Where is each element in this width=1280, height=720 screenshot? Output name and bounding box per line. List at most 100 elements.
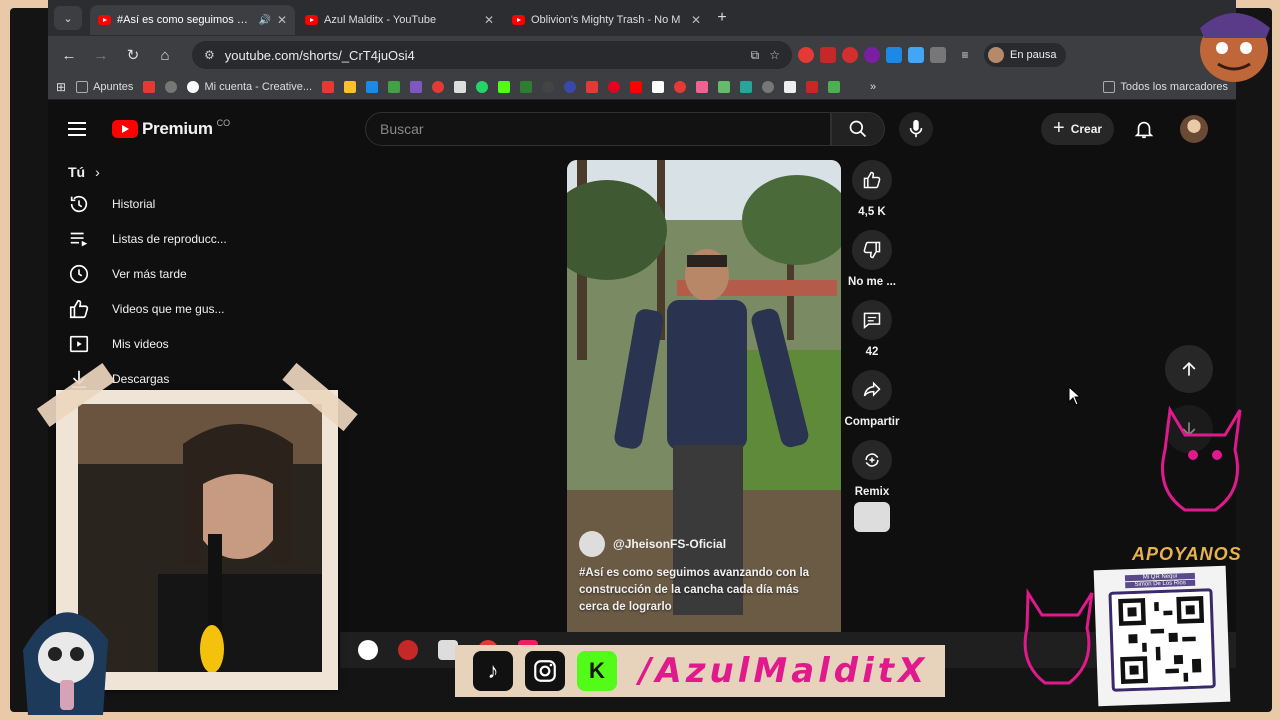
extension-icon[interactable] — [864, 47, 880, 63]
short-video-player[interactable]: @JheisonFS-Oficial #Así es como seguimos… — [567, 160, 841, 632]
close-icon[interactable]: ✕ — [691, 13, 701, 27]
hamburger-menu-icon[interactable] — [68, 117, 92, 141]
youtube-icon[interactable] — [630, 80, 643, 93]
bookmark-icon[interactable] — [806, 80, 819, 93]
speaker-icon[interactable]: 🔊 — [258, 15, 270, 26]
remix-button[interactable] — [852, 440, 892, 480]
bookmark-icon[interactable] — [366, 80, 379, 93]
comments-button[interactable] — [852, 300, 892, 340]
comment-count: 42 — [865, 346, 879, 358]
whatsapp-icon[interactable] — [476, 80, 489, 93]
bookmark-icon[interactable] — [586, 80, 599, 93]
bookmarks-bar: ⊞ Apuntes Mi cuenta - Creative... » Todo… — [48, 74, 1236, 100]
bookmark-icon[interactable] — [410, 80, 423, 93]
pinterest-icon[interactable] — [608, 80, 621, 93]
tab-shorts[interactable]: #Así es como seguimos ava 🔊 ✕ — [90, 5, 295, 35]
previous-short-button[interactable] — [1165, 345, 1213, 393]
more-bookmarks-button[interactable]: » — [870, 81, 876, 93]
tab-title: Azul Malditx - YouTube — [324, 14, 437, 26]
bookmark-icon[interactable] — [718, 80, 731, 93]
extension-icon[interactable] — [820, 47, 836, 63]
tab-channel[interactable]: Azul Malditx - YouTube ✕ — [297, 5, 502, 35]
bookmark-icon[interactable] — [344, 80, 357, 93]
bookmark-item[interactable]: Mi cuenta - Creative... — [187, 80, 312, 93]
qr-code-image — [1113, 591, 1211, 689]
share-icon — [863, 381, 881, 397]
like-button[interactable] — [852, 160, 892, 200]
site-info-icon[interactable]: ⚙ — [204, 48, 215, 62]
bookmark-star-icon[interactable]: ☆ — [769, 48, 780, 62]
account-avatar[interactable] — [1180, 115, 1208, 143]
tab-video[interactable]: Oblivion's Mighty Trash - No M ✕ — [504, 5, 709, 35]
guide-item-label: Mis videos — [112, 336, 169, 351]
bookmark-icon[interactable] — [762, 80, 775, 93]
puzzle-icon[interactable] — [930, 47, 946, 63]
bookmark-icon[interactable] — [322, 80, 335, 93]
back-icon[interactable]: ← — [56, 42, 82, 68]
youtube-premium-logo[interactable]: Premium CO — [112, 118, 230, 139]
bookmark-icon[interactable] — [165, 80, 178, 93]
bookmark-icon[interactable] — [388, 80, 401, 93]
close-icon[interactable]: ✕ — [484, 13, 494, 27]
create-label: Crear — [1070, 122, 1103, 136]
guide-item-playlists[interactable]: Listas de reproducc... — [48, 221, 288, 256]
address-bar[interactable]: ⚙ youtube.com/shorts/_CrT4juOsi4 ⧉ ☆ — [192, 41, 792, 69]
qr-owner: Simon De Los Rios — [1125, 579, 1196, 589]
bookmark-icon[interactable] — [828, 80, 841, 93]
bookmark-icon[interactable] — [564, 80, 577, 93]
comments-action: 42 — [841, 300, 903, 358]
guide-item-label: Ver más tarde — [112, 266, 187, 281]
microphone-icon — [909, 119, 923, 138]
bookmark-icon[interactable] — [696, 80, 709, 93]
install-icon[interactable]: ⧉ — [751, 48, 760, 63]
bookmark-icon[interactable] — [740, 80, 753, 93]
bookmark-icon[interactable] — [542, 80, 555, 93]
notifications-bell-icon[interactable] — [1133, 117, 1155, 141]
search-button[interactable] — [831, 112, 885, 146]
adblock-icon[interactable] — [842, 47, 858, 63]
search-input[interactable]: Buscar — [365, 112, 831, 146]
bookmark-folder[interactable]: Apuntes — [76, 80, 134, 93]
bookmark-label: Apuntes — [93, 80, 134, 93]
devil-sticker — [1161, 405, 1242, 512]
bookmark-icon[interactable] — [652, 80, 665, 93]
profile-button[interactable]: En pausa — [984, 43, 1067, 67]
share-button[interactable] — [852, 370, 892, 410]
bookmark-icon[interactable] — [784, 80, 797, 93]
guide-item-history[interactable]: Historial — [48, 186, 288, 221]
short-channel[interactable]: @JheisonFS-Oficial — [579, 531, 827, 557]
bookmark-icon[interactable] — [432, 80, 445, 93]
dislike-button[interactable] — [852, 230, 892, 270]
extension-icon[interactable] — [798, 47, 814, 63]
guide-item-liked-videos[interactable]: Videos que me gus... — [48, 291, 288, 326]
sound-thumbnail[interactable] — [854, 502, 890, 532]
bookmark-icon[interactable] — [674, 80, 687, 93]
kick-icon[interactable] — [498, 80, 511, 93]
apps-icon[interactable]: ⊞ — [56, 80, 66, 94]
taskbar-app-icon[interactable] — [358, 640, 378, 660]
translate-icon[interactable] — [886, 47, 902, 63]
bookmark-icon[interactable] — [520, 80, 533, 93]
create-button[interactable]: + Crear — [1041, 113, 1115, 145]
guide-item-your-videos[interactable]: Mis videos — [48, 326, 288, 361]
channel-avatar[interactable] — [579, 531, 605, 557]
voice-search-button[interactable] — [899, 112, 933, 146]
taskbar-app-icon[interactable] — [398, 640, 418, 660]
guide-item-watch-later[interactable]: Ver más tarde — [48, 256, 288, 291]
clock-icon — [69, 264, 89, 283]
tab-search-button[interactable]: ⌄ — [54, 6, 82, 30]
url-text: youtube.com/shorts/_CrT4juOsi4 — [224, 47, 415, 63]
media-control-icon[interactable]: ≡ — [952, 42, 978, 68]
new-tab-button[interactable]: + — [711, 7, 733, 29]
search-icon — [849, 120, 867, 138]
folder-icon — [1103, 80, 1116, 93]
guide-you-section[interactable]: Tú › — [48, 158, 288, 186]
extension-icon[interactable] — [908, 47, 924, 63]
bookmark-icon[interactable] — [143, 80, 156, 93]
close-icon[interactable]: ✕ — [277, 13, 287, 27]
reload-icon[interactable]: ↻ — [120, 42, 146, 68]
home-icon[interactable]: ⌂ — [152, 42, 178, 68]
bookmark-icon[interactable] — [454, 80, 467, 93]
channel-name[interactable]: @JheisonFS-Oficial — [613, 537, 726, 551]
forward-icon[interactable]: → — [88, 42, 114, 68]
